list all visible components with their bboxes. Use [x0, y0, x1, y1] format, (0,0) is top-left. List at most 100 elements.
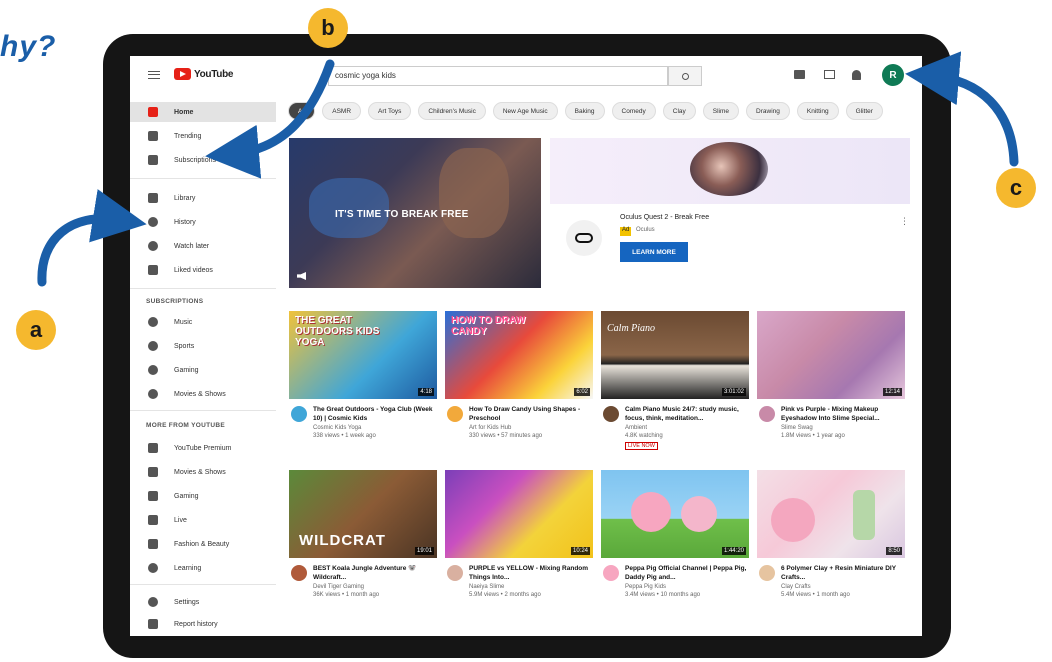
apps-grid-icon[interactable]: [824, 70, 835, 79]
sidebar-item-label: Liked videos: [174, 266, 213, 274]
chip[interactable]: Baking: [564, 102, 605, 120]
heading-fragment: hy?: [0, 30, 57, 63]
channel-avatar[interactable]: [603, 565, 619, 581]
video-thumbnail[interactable]: THE GREAT OUTDOORS KIDS YOGA 4:18: [289, 311, 437, 399]
video-meta: 4.8K watching: [625, 433, 663, 439]
video-title[interactable]: BEST Koala Jungle Adventure 🐨 Wildcraft.…: [313, 564, 437, 582]
account-avatar[interactable]: R: [882, 64, 904, 86]
video-title[interactable]: PURPLE vs YELLOW - Mixing Random Things …: [469, 564, 593, 582]
sidebar-more-fashion[interactable]: Fashion & Beauty: [130, 534, 276, 554]
clay-cup: [853, 490, 875, 540]
chip[interactable]: Clay: [662, 102, 696, 120]
music-icon: [148, 317, 158, 327]
sidebar-more-live[interactable]: Live: [130, 510, 276, 530]
channel-avatar[interactable]: [447, 565, 463, 581]
video-channel[interactable]: Peppa Pig Kids: [625, 583, 749, 591]
video-title[interactable]: The Great Outdoors - Yoga Club (Week 10)…: [313, 405, 437, 423]
sidebar-more-gaming[interactable]: Gaming: [130, 486, 276, 506]
chip[interactable]: Children's Music: [418, 102, 486, 120]
sidebar-item-home[interactable]: Home: [130, 102, 276, 122]
sidebar-item-watch-later[interactable]: Watch later: [130, 236, 276, 256]
sidebar-item-label: Music: [174, 318, 193, 326]
menu-icon[interactable]: [148, 71, 160, 79]
pig-character: [681, 496, 717, 532]
chip[interactable]: Glitter: [845, 102, 883, 120]
video-channel[interactable]: Art for Kids Hub: [469, 424, 593, 432]
create-video-icon[interactable]: [794, 70, 805, 79]
search-button[interactable]: [668, 66, 702, 86]
channel-avatar[interactable]: [291, 565, 307, 581]
video-title[interactable]: 6 Polymer Clay + Resin Miniature DIY Cra…: [781, 564, 905, 582]
more-from-youtube-heading: MORE FROM YOUTUBE: [146, 422, 226, 429]
mute-icon[interactable]: [297, 272, 306, 280]
sidebar-sub-gaming[interactable]: Gaming: [130, 360, 276, 380]
chip[interactable]: Drawing: [746, 102, 790, 120]
chip[interactable]: ASMR: [322, 102, 362, 120]
video-channel[interactable]: Devil Tiger Gaming: [313, 583, 437, 591]
video-channel[interactable]: Clay Crafts: [781, 583, 905, 591]
sidebar-sub-sports[interactable]: Sports: [130, 336, 276, 356]
sidebar-item-label: YouTube Premium: [174, 444, 232, 452]
video-title[interactable]: How To Draw Candy Using Shapes - Prescho…: [469, 405, 593, 423]
video-thumbnail[interactable]: 8:50: [757, 470, 905, 558]
video-title[interactable]: Pink vs Purple - Mixing Makeup Eyeshadow…: [781, 405, 905, 423]
video-channel[interactable]: Cosmic Kids Yoga: [313, 424, 437, 432]
sidebar-item-library[interactable]: Library: [130, 188, 276, 208]
sidebar-item-label: Subscriptions: [174, 156, 217, 164]
clay-figure: [771, 498, 815, 542]
video-thumbnail[interactable]: 12:14: [757, 311, 905, 399]
library-icon: [148, 193, 158, 203]
more-options-icon[interactable]: ⋮: [900, 216, 909, 227]
ad-artwork: [690, 142, 768, 196]
chip[interactable]: Slime: [702, 102, 740, 120]
sidebar-sub-movies[interactable]: Movies & Shows: [130, 384, 276, 404]
youtube-logo[interactable]: YouTube: [174, 68, 234, 80]
learn-more-button[interactable]: LEARN MORE: [620, 242, 688, 262]
chip[interactable]: Art Toys: [368, 102, 412, 120]
sidebar-more-premium[interactable]: YouTube Premium: [130, 438, 276, 458]
sidebar-divider: [130, 410, 276, 411]
video-meta: 338 views • 1 week ago: [313, 433, 376, 439]
sidebar-item-subscriptions[interactable]: Subscriptions: [130, 150, 276, 170]
sidebar-more-movies[interactable]: Movies & Shows: [130, 462, 276, 482]
video-title[interactable]: Peppa Pig Official Channel | Peppa Pig, …: [625, 564, 749, 582]
video-meta: 330 views • 57 minutes ago: [469, 433, 543, 439]
chip[interactable]: Comedy: [611, 102, 656, 120]
video-duration: 8:50: [886, 547, 902, 555]
sidebar-more-learning[interactable]: Learning: [130, 558, 276, 578]
sidebar-item-settings[interactable]: Settings: [130, 592, 276, 612]
sidebar-item-label: Fashion & Beauty: [174, 540, 230, 548]
search-input[interactable]: cosmic yoga kids: [328, 66, 668, 86]
video-thumbnail[interactable]: Calm Piano 3:01:02: [601, 311, 749, 399]
video-title[interactable]: Calm Piano Music 24/7: study music, focu…: [625, 405, 749, 423]
gear-icon: [148, 597, 158, 607]
channel-avatar[interactable]: [447, 406, 463, 422]
stage: hy? YouTube cosmic yoga kids R Home Tren…: [0, 0, 1052, 662]
sidebar-sub-music[interactable]: Music: [130, 312, 276, 332]
video-thumbnail[interactable]: WILDCRAT 19:01: [289, 470, 437, 558]
video-channel[interactable]: Naeiya Slime: [469, 583, 593, 591]
notifications-bell-icon[interactable]: [852, 70, 861, 80]
chip-all[interactable]: All: [288, 102, 316, 120]
sidebar-item-trending[interactable]: Trending: [130, 126, 276, 146]
channel-avatar[interactable]: [291, 406, 307, 422]
video-channel[interactable]: Slime Swag: [781, 424, 905, 432]
featured-video-player[interactable]: IT'S TIME TO BREAK FREE: [289, 138, 541, 288]
sidebar-item-history[interactable]: History: [130, 212, 276, 232]
video-thumbnail[interactable]: 1:44:20: [601, 470, 749, 558]
chip[interactable]: Knitting: [796, 102, 839, 120]
video-thumbnail[interactable]: HOW TO DRAW CANDY 6:02: [445, 311, 593, 399]
gamepad-icon: [148, 365, 158, 375]
video-channel[interactable]: Ambient: [625, 424, 749, 432]
chip[interactable]: New Age Music: [492, 102, 558, 120]
peppa-character: [631, 492, 671, 532]
ad-title[interactable]: Oculus Quest 2 - Break Free: [620, 214, 709, 221]
flag-icon: [148, 619, 158, 629]
video-thumbnail[interactable]: 10:24: [445, 470, 593, 558]
channel-avatar[interactable]: [759, 565, 775, 581]
oculus-logo-icon[interactable]: [566, 220, 602, 256]
sidebar-item-report-history[interactable]: Report history: [130, 614, 276, 634]
sidebar-item-liked-videos[interactable]: Liked videos: [130, 260, 276, 280]
channel-avatar[interactable]: [759, 406, 775, 422]
channel-avatar[interactable]: [603, 406, 619, 422]
